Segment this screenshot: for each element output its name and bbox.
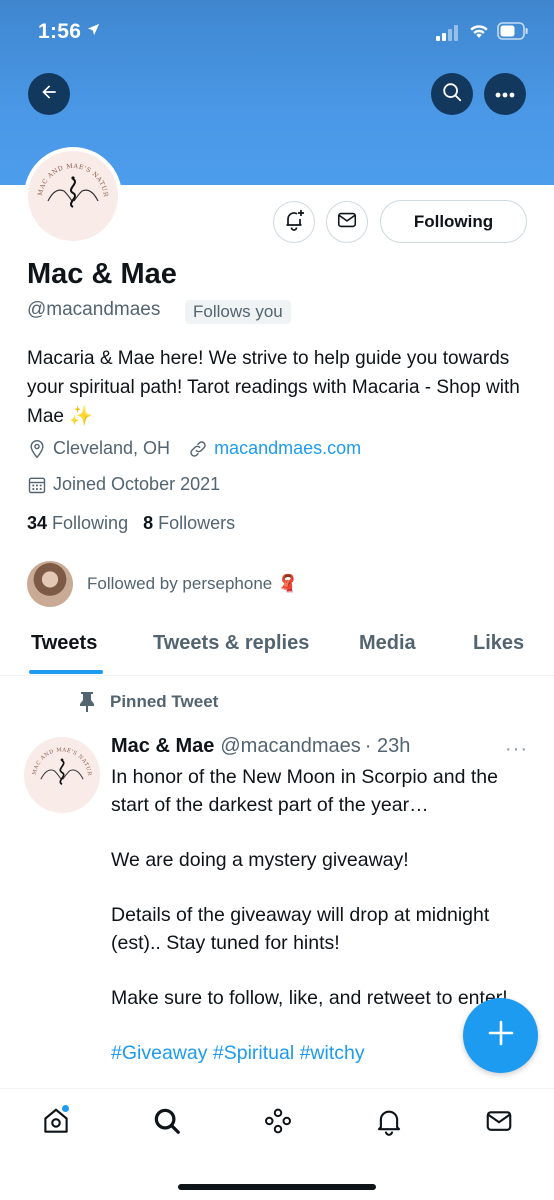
tweet-paragraph: In honor of the New Moon in Scorpio and …	[111, 766, 498, 816]
profile-bio: Macaria & Mae here! We strive to help gu…	[27, 348, 520, 427]
tweet-avatar-logo-text: MAC AND MAE'S NATURAL MAGIC	[24, 737, 92, 777]
tweet-hashtags[interactable]: #Giveaway #Spiritual #witchy	[111, 1039, 521, 1067]
location-arrow-icon	[86, 22, 101, 42]
profile-joined-date: Joined October 2021	[53, 474, 221, 494]
search-icon	[441, 81, 463, 108]
envelope-icon	[484, 1106, 514, 1141]
calendar-icon	[27, 475, 47, 495]
cellular-signal-icon	[436, 25, 462, 46]
following-label: Following	[52, 513, 129, 533]
envelope-icon	[336, 209, 358, 236]
back-button[interactable]	[28, 73, 70, 115]
more-horizontal-icon	[495, 85, 515, 103]
profile-tabs: Tweets Tweets & replies Media Likes	[0, 620, 554, 676]
nav-home[interactable]	[40, 1107, 72, 1139]
search-button[interactable]	[431, 73, 473, 115]
arrow-left-icon	[39, 82, 59, 107]
followers-label: Followers	[158, 513, 236, 533]
followed-by-text: Followed by persephone 🧣	[87, 574, 299, 593]
tweet-time: · 23h	[364, 735, 411, 757]
link-icon	[188, 439, 208, 459]
followed-by-row[interactable]: Followed by persephone 🧣	[27, 561, 298, 607]
follow-counts: 34 Following 8 Followers	[27, 513, 235, 534]
wifi-icon	[468, 22, 490, 45]
compose-tweet-button[interactable]	[463, 998, 538, 1073]
pinned-tweet-label: Pinned Tweet	[78, 691, 218, 713]
message-button[interactable]	[326, 201, 368, 243]
notifications-toggle-button[interactable]	[273, 201, 315, 243]
status-bar: 1:56	[0, 0, 554, 66]
battery-icon	[497, 22, 529, 45]
joined-row: Joined October 2021	[27, 474, 220, 495]
pinned-tweet-text: Pinned Tweet	[110, 692, 219, 711]
tab-likes[interactable]: Likes	[473, 632, 524, 655]
home-indicator-bar	[178, 1184, 376, 1190]
profile-avatar[interactable]: MAC AND MAE'S NATURAL MAGIC	[24, 147, 122, 245]
profile-handle: @macandmaes	[27, 299, 161, 320]
profile-website-link[interactable]: macandmaes.com	[214, 438, 361, 459]
tab-media[interactable]: Media	[359, 632, 416, 655]
pin-icon	[78, 691, 96, 713]
tweet-author-handle[interactable]: @macandmaes	[220, 735, 360, 758]
tweet-paragraph: Make sure to follow, like, and retweet t…	[111, 987, 508, 1009]
location-pin-icon	[27, 439, 47, 459]
follows-you-badge: Follows you	[185, 300, 291, 324]
following-count-link[interactable]: 34 Following	[27, 513, 128, 533]
search-icon	[152, 1106, 182, 1141]
follower-avatar	[27, 561, 73, 607]
bell-plus-icon	[282, 208, 306, 237]
followers-count: 8	[143, 513, 154, 533]
nav-spaces[interactable]	[262, 1107, 294, 1139]
following-button[interactable]: Following	[380, 200, 527, 243]
logo-hands-icon: MAC AND MAE'S NATURAL MAGIC	[28, 151, 109, 208]
plus-icon	[487, 1019, 515, 1052]
home-unread-indicator	[62, 1105, 69, 1112]
tweet-more-icon[interactable]: ···	[505, 738, 528, 761]
followers-count-link[interactable]: 8 Followers	[143, 513, 235, 533]
profile-name: Mac & Mae	[27, 258, 177, 290]
tweet-author-avatar[interactable]: MAC AND MAE'S NATURAL MAGIC	[24, 737, 100, 813]
avatar-logo-text: MAC AND MAE'S NATURAL MAGIC	[28, 151, 108, 198]
profile-location: Cleveland, OH	[53, 438, 171, 458]
nav-messages[interactable]	[483, 1107, 515, 1139]
tweet-paragraph: Details of the giveaway will drop at mid…	[111, 904, 490, 954]
nav-notifications[interactable]	[373, 1107, 405, 1139]
tweet-text[interactable]: In honor of the New Moon in Scorpio and …	[111, 763, 521, 1094]
tweet-author-name[interactable]: Mac & Mae	[111, 735, 214, 758]
svg-text:MAC AND MAE'S NATURAL MAGIC: MAC AND MAE'S NATURAL MAGIC	[24, 737, 92, 777]
location-website-row: Cleveland, OH macandmaes.com	[27, 438, 361, 459]
nav-search[interactable]	[151, 1107, 183, 1139]
bottom-navigation	[0, 1088, 554, 1200]
logo-hands-icon: MAC AND MAE'S NATURAL MAGIC	[24, 737, 92, 786]
more-options-button[interactable]	[484, 73, 526, 115]
svg-text:MAC AND MAE'S NATURAL MAGIC: MAC AND MAE'S NATURAL MAGIC	[28, 151, 109, 198]
tweet-header: Mac & Mae @macandmaes · 23h	[111, 735, 410, 758]
tab-tweets[interactable]: Tweets	[31, 632, 97, 655]
spaces-icon	[263, 1106, 293, 1141]
tab-tweets-and-replies[interactable]: Tweets & replies	[153, 632, 309, 655]
bell-icon	[374, 1106, 404, 1141]
tweet-paragraph: We are doing a mystery giveaway!	[111, 849, 409, 871]
active-tab-indicator	[29, 670, 103, 674]
following-count: 34	[27, 513, 48, 533]
status-time: 1:56	[38, 20, 82, 43]
